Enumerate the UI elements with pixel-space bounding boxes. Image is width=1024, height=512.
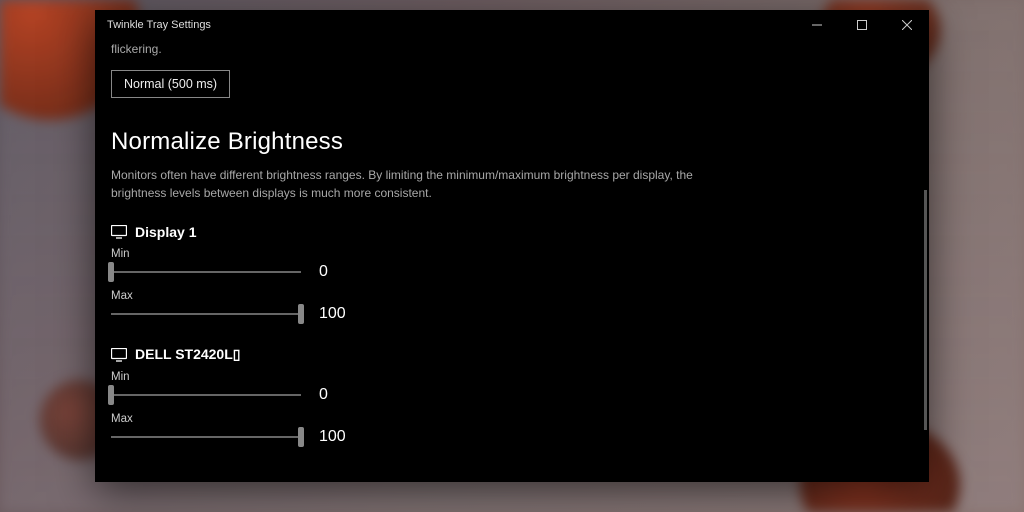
- max-label: Max: [111, 290, 913, 302]
- display-name: Display 1: [135, 224, 196, 240]
- monitor-icon: [111, 348, 127, 362]
- max-slider[interactable]: [111, 427, 301, 447]
- display-block: DELL ST2420L▯ Min 0 Max 100: [111, 346, 913, 447]
- normalize-heading: Normalize Brightness: [111, 128, 913, 156]
- monitor-icon: [111, 225, 127, 239]
- maximize-button[interactable]: [839, 10, 884, 40]
- min-slider[interactable]: [111, 385, 301, 405]
- titlebar[interactable]: Twinkle Tray Settings: [95, 10, 929, 40]
- min-value: 0: [319, 386, 359, 404]
- max-label: Max: [111, 413, 913, 425]
- normalize-description: Monitors often have different brightness…: [111, 166, 751, 202]
- scrollbar[interactable]: [924, 190, 927, 430]
- display-name: DELL ST2420L▯: [135, 346, 240, 363]
- display-block: Display 1 Min 0 Max 100: [111, 224, 913, 324]
- minimize-button[interactable]: [794, 10, 839, 40]
- max-slider[interactable]: [111, 304, 301, 324]
- min-label: Min: [111, 248, 913, 260]
- min-slider[interactable]: [111, 262, 301, 282]
- update-speed-select[interactable]: Normal (500 ms): [111, 70, 230, 98]
- max-value: 100: [319, 428, 359, 446]
- content-area: flickering. Normal (500 ms) Normalize Br…: [95, 40, 929, 482]
- flicker-text: flickering.: [111, 42, 913, 56]
- display-header: Display 1: [111, 224, 913, 240]
- min-value: 0: [319, 263, 359, 281]
- settings-window: Twinkle Tray Settings flickering. Normal…: [95, 10, 929, 482]
- update-speed-value: Normal (500 ms): [124, 77, 217, 91]
- close-button[interactable]: [884, 10, 929, 40]
- window-title: Twinkle Tray Settings: [107, 19, 794, 31]
- display-header: DELL ST2420L▯: [111, 346, 913, 363]
- min-label: Min: [111, 371, 913, 383]
- max-value: 100: [319, 305, 359, 323]
